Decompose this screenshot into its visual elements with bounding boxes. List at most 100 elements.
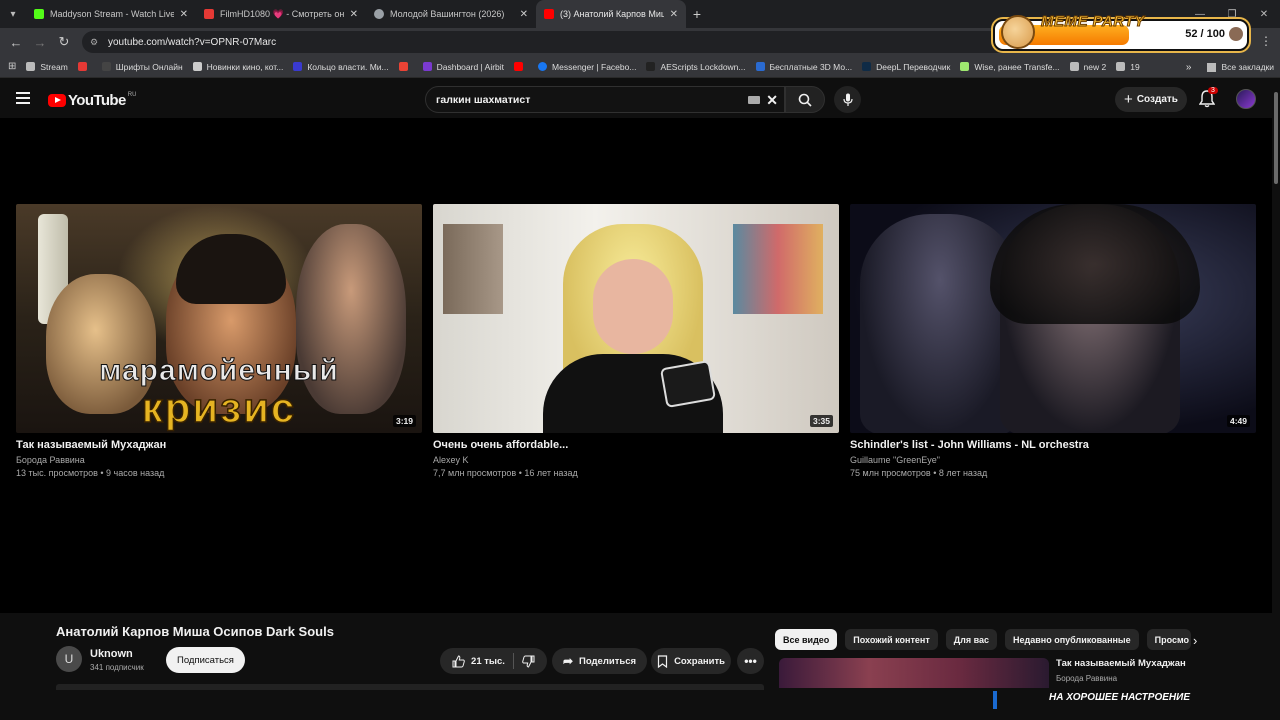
all-bookmarks-link[interactable]: Все закладки — [1221, 62, 1274, 72]
tab-search-button[interactable]: ▾ — [0, 0, 26, 28]
bookmark-item[interactable]: DeepL Переводчик — [862, 62, 950, 72]
video-title-main: Анатолий Карпов Миша Осипов Dark Souls — [56, 624, 334, 639]
chip-related[interactable]: Похожий контент — [845, 629, 938, 650]
channel-name[interactable]: Alexey K — [433, 455, 839, 465]
bookmarks-overflow-icon[interactable]: » — [1186, 62, 1192, 73]
save-button[interactable]: Сохранить — [651, 648, 731, 674]
endscreen-card[interactable]: 3:35 Очень очень affordable... Alexey K … — [433, 204, 839, 478]
bookmark-item[interactable]: Stream — [26, 62, 68, 72]
thumbs-down-icon — [522, 655, 535, 668]
clear-search-icon[interactable]: ✕ — [766, 92, 778, 109]
share-icon: ➦ — [562, 654, 574, 668]
microphone-icon — [842, 93, 853, 106]
browser-menu-icon[interactable]: ⋮ — [1260, 34, 1272, 48]
browser-tab-active[interactable]: (3) Анатолий Карпов Миша О ✕ — [536, 0, 686, 28]
recommendation-channel[interactable]: Борода Раввина — [1056, 674, 1117, 683]
site-info-icon[interactable]: ⚙ — [90, 37, 100, 47]
keyboard-icon[interactable] — [748, 96, 760, 104]
subscriber-count: 341 подписчик — [90, 663, 144, 672]
microphone-prop — [659, 359, 717, 409]
bookmark-item[interactable] — [77, 62, 92, 71]
bookmark-item[interactable]: Dashboard | Airbit — [422, 62, 504, 72]
folder-icon — [26, 62, 36, 71]
recommendation-title[interactable]: Так называемый Мухаджан — [1056, 658, 1186, 669]
menu-icon[interactable] — [16, 92, 30, 104]
notifications-button[interactable]: 3 — [1198, 87, 1218, 108]
search-input[interactable]: галкин шахматист ✕ — [425, 86, 785, 113]
url-field[interactable]: ⚙ youtube.com/watch?v=OPNR-07Marc — [82, 31, 1042, 53]
apps-icon[interactable]: ⊞ — [8, 61, 16, 72]
endscreen-card[interactable]: 4:49 Schindler's list - John Williams - … — [850, 204, 1256, 478]
video-thumbnail[interactable]: марамойечный кризис 3:19 — [16, 204, 422, 433]
folder-icon — [1207, 62, 1217, 72]
bookmark-item[interactable]: Messenger | Facebo... — [538, 62, 636, 72]
tab-close-icon[interactable]: ✕ — [670, 9, 678, 20]
caption-accent-bar — [993, 691, 997, 709]
bookmark-item[interactable]: Бесплатные 3D Мо... — [755, 62, 852, 72]
subscribe-button[interactable]: Подписаться — [166, 647, 245, 673]
browser-tab[interactable]: Молодой Вашингтон (2026) ✕ — [366, 0, 536, 28]
bookmarks-right: » Все закладки — [1186, 56, 1274, 78]
tab-close-icon[interactable]: ✕ — [180, 9, 188, 20]
globe-favicon-icon — [374, 9, 384, 19]
minimize-icon[interactable]: — — [1184, 9, 1216, 20]
youtube-favicon-icon — [544, 9, 554, 19]
notification-badge: 3 — [1208, 87, 1218, 94]
bookmark-item[interactable]: Кольцо власти. Ми... — [293, 62, 389, 72]
channel-name[interactable]: Guillaume "GreenEye" — [850, 455, 1256, 465]
share-button[interactable]: ➦ Поделиться — [552, 648, 647, 674]
chip-watched[interactable]: Просмо — [1146, 629, 1192, 650]
region-code: RU — [127, 91, 137, 98]
airbit-icon — [422, 62, 432, 71]
endscreen-card[interactable]: марамойечный кризис 3:19 Так называемый … — [16, 204, 422, 478]
scrollbar-thumb[interactable] — [1274, 92, 1278, 184]
search-button[interactable] — [785, 86, 825, 113]
like-button[interactable]: 21 тыс. — [452, 654, 505, 668]
maximize-icon[interactable]: ❐ — [1216, 9, 1248, 20]
video-title[interactable]: Schindler's list - John Williams - NL or… — [850, 439, 1256, 451]
channel-name[interactable]: Борода Раввина — [16, 455, 422, 465]
video-player-endscreen: марамойечный кризис 3:19 Так называемый … — [0, 118, 1272, 613]
voice-search-button[interactable] — [834, 86, 861, 113]
bookmark-item[interactable] — [398, 62, 413, 71]
more-actions-button[interactable]: ••• — [737, 648, 764, 674]
forward-icon[interactable]: → — [28, 35, 52, 50]
dislike-button[interactable] — [522, 655, 535, 668]
chip-all-videos[interactable]: Все видео — [775, 629, 838, 650]
channel-avatar[interactable]: U — [56, 646, 82, 672]
bookmark-item[interactable]: Новинки кино, кот... — [192, 62, 283, 72]
video-title[interactable]: Очень очень affordable... — [433, 439, 839, 451]
bookmark-item[interactable]: 19 — [1116, 62, 1140, 72]
tab-close-icon[interactable]: ✕ — [520, 9, 528, 20]
channel-name-main[interactable]: Uknown — [90, 648, 133, 660]
reload-icon[interactable]: ↻ — [52, 34, 76, 50]
create-button[interactable]: + Создать — [1115, 87, 1187, 112]
close-window-icon[interactable]: ✕ — [1248, 9, 1280, 20]
like-dislike-group: 21 тыс. — [440, 648, 547, 674]
video-duration: 3:35 — [809, 415, 833, 427]
bookmark-item[interactable]: Шрифты Онлайн — [101, 62, 183, 72]
chip-recent[interactable]: Недавно опубликованные — [1005, 629, 1139, 650]
video-thumbnail[interactable]: 4:49 — [850, 204, 1256, 433]
back-icon[interactable]: ← — [4, 35, 28, 50]
account-avatar[interactable] — [1236, 89, 1256, 109]
recommendation-thumbnail[interactable] — [779, 658, 1049, 688]
bookmark-item[interactable]: Wise, ранее Transfe... — [960, 62, 1060, 72]
related-filter-chips: Все видео Похожий контент Для вас Недавн… — [775, 629, 1192, 650]
youtube-logo[interactable]: YouTube RU — [48, 92, 136, 109]
browser-tab[interactable]: Maddyson Stream - Watch Live ✕ — [26, 0, 196, 28]
chip-for-you[interactable]: Для вас — [945, 629, 998, 650]
page-scrollbar[interactable] — [1272, 80, 1280, 690]
chevron-right-icon[interactable]: › — [1193, 633, 1197, 648]
bookmark-item[interactable]: new 2 — [1069, 62, 1106, 72]
search-query: галкин шахматист — [436, 93, 531, 106]
tab-close-icon[interactable]: ✕ — [350, 9, 358, 20]
description-box[interactable] — [56, 684, 764, 690]
browser-tab[interactable]: FilmHD1080 💗 - Смотреть онлайн ✕ — [196, 0, 366, 28]
video-thumbnail[interactable]: 3:35 — [433, 204, 839, 433]
bookmark-item[interactable]: AEScripts Lockdown... — [646, 62, 746, 72]
video-title[interactable]: Так называемый Мухаджан — [16, 439, 422, 451]
bookmark-item[interactable] — [514, 62, 528, 71]
youtube-masthead: YouTube RU галкин шахматист ✕ + Создать … — [0, 80, 1272, 118]
new-tab-button[interactable]: + — [686, 6, 708, 22]
